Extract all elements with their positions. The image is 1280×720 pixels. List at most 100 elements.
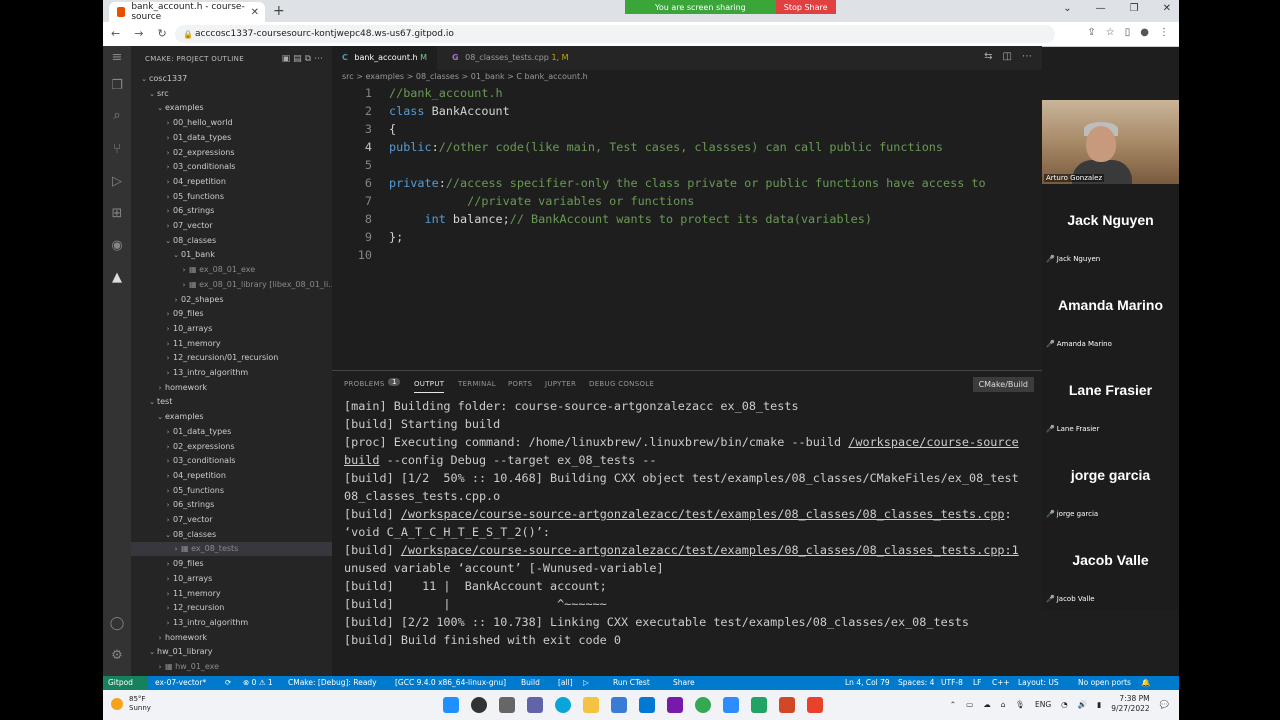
tree-item[interactable]: › 09_files bbox=[131, 557, 332, 571]
tree-item[interactable]: › 04_repetition bbox=[131, 469, 332, 483]
chrome-icon[interactable] bbox=[695, 697, 711, 713]
panel-tab-terminal[interactable]: TERMINAL bbox=[458, 380, 496, 388]
chevron-down-icon[interactable]: ⌄ bbox=[163, 234, 173, 248]
chevron-right-icon[interactable]: › bbox=[179, 278, 189, 292]
code-line[interactable]: //bank_account.h bbox=[389, 86, 503, 100]
stop-share-button[interactable]: Stop Share bbox=[775, 0, 836, 14]
build-button[interactable]: Build bbox=[521, 678, 540, 687]
tree-item[interactable]: › 02_shapes bbox=[131, 293, 332, 307]
file-link[interactable]: /workspace/course-source-artgonzalezacc/… bbox=[401, 543, 1019, 557]
tree-item[interactable]: ›▦ ex_08_tests⇩ bbox=[131, 542, 332, 557]
chevron-right-icon[interactable]: › bbox=[163, 601, 173, 615]
chevron-right-icon[interactable]: › bbox=[163, 469, 173, 483]
tree-item[interactable]: › 05_functions bbox=[131, 484, 332, 498]
build-target[interactable]: [all] bbox=[558, 678, 573, 687]
chevron-right-icon[interactable]: › bbox=[163, 204, 173, 218]
chevron-down-icon[interactable]: ⌄ bbox=[147, 395, 157, 409]
run-debug-icon[interactable]: ▷ bbox=[109, 174, 125, 190]
chevron-right-icon[interactable]: › bbox=[171, 293, 181, 307]
panel-tab-output[interactable]: OUTPUT bbox=[414, 380, 445, 393]
cmake-icon[interactable]: ▲ bbox=[109, 270, 125, 286]
branch-indicator[interactable]: ex-07-vector* bbox=[155, 678, 206, 687]
browser-tab[interactable]: bank_account.h - course-source ✕ bbox=[109, 2, 265, 22]
chevron-right-icon[interactable]: › bbox=[163, 513, 173, 527]
new-tab-plus-icon[interactable]: + bbox=[273, 3, 285, 19]
snagit-icon[interactable] bbox=[807, 697, 823, 713]
language-mode[interactable]: C++ bbox=[992, 678, 1010, 687]
ports-indicator[interactable]: No open ports bbox=[1078, 678, 1131, 687]
split-editor-icon[interactable]: ◫ bbox=[1003, 51, 1012, 62]
panel-tab-jupyter[interactable]: JUPYTER bbox=[545, 380, 576, 388]
code-line[interactable]: int balance;// BankAccount wants to prot… bbox=[389, 212, 872, 226]
maximize-icon[interactable]: ❐ bbox=[1130, 3, 1139, 14]
github-icon[interactable]: ◉ bbox=[109, 238, 125, 254]
tree-item[interactable]: › 05_functions bbox=[131, 190, 332, 204]
mail-icon[interactable] bbox=[639, 697, 655, 713]
chevron-right-icon[interactable]: › bbox=[163, 616, 173, 630]
panel-tab-ports[interactable]: PORTS bbox=[508, 380, 532, 388]
tree-item[interactable]: › 07_vector bbox=[131, 219, 332, 233]
chevron-down-icon[interactable]: ⌄ bbox=[171, 248, 181, 262]
notifications-bell-icon[interactable]: 🔔 bbox=[1141, 678, 1150, 687]
chevron-right-icon[interactable]: › bbox=[155, 381, 165, 395]
tree-item[interactable]: › 06_strings bbox=[131, 498, 332, 512]
share-button[interactable]: Share bbox=[673, 678, 695, 687]
output-channel-select[interactable]: CMake/Build bbox=[972, 377, 1034, 392]
extensions-icon[interactable]: ⊞ bbox=[109, 206, 125, 222]
indentation[interactable]: Spaces: 4 bbox=[898, 678, 934, 687]
tree-item[interactable]: ⌄ src bbox=[131, 87, 332, 101]
chevron-right-icon[interactable]: › bbox=[179, 263, 189, 277]
tree-item[interactable]: › 03_conditionals bbox=[131, 160, 332, 174]
hamburger-menu-icon[interactable]: ≡ bbox=[109, 50, 125, 66]
tree-item[interactable]: › 06_strings bbox=[131, 204, 332, 218]
debug-play-icon[interactable]: ▷ bbox=[583, 678, 589, 687]
chevron-right-icon[interactable]: › bbox=[163, 587, 173, 601]
code-line[interactable]: //private variables or functions bbox=[389, 194, 694, 208]
file-link[interactable]: /workspace/course-source-artgonzalezacc/… bbox=[401, 507, 1005, 521]
tree-item[interactable]: ⌄ 01_bank bbox=[131, 248, 332, 262]
tree-item[interactable]: › homework bbox=[131, 631, 332, 645]
chevron-down-icon[interactable]: ⌄ bbox=[163, 528, 173, 542]
chevron-right-icon[interactable]: › bbox=[163, 219, 173, 233]
tree-item[interactable]: › 10_arrays bbox=[131, 572, 332, 586]
chevron-right-icon[interactable]: › bbox=[163, 572, 173, 586]
chevron-right-icon[interactable]: › bbox=[155, 631, 165, 645]
chevron-down-icon[interactable]: ⌄ bbox=[1063, 3, 1071, 14]
chevron-up-icon[interactable]: ⌃ bbox=[950, 700, 956, 709]
tree-item[interactable]: ⌄ test bbox=[131, 395, 332, 409]
source-control-icon[interactable]: ⑂ bbox=[109, 142, 125, 158]
camtasia-icon[interactable] bbox=[751, 697, 767, 713]
tree-item[interactable]: › 11_memory bbox=[131, 587, 332, 601]
cmake-status[interactable]: CMake: [Debug]: Ready bbox=[288, 678, 377, 687]
avatar[interactable]: ● bbox=[1140, 27, 1149, 38]
code-line[interactable]: }; bbox=[389, 230, 403, 244]
panel-tab-debug-console[interactable]: DEBUG CONSOLE bbox=[589, 380, 654, 388]
tree-item[interactable]: › 01_data_types bbox=[131, 425, 332, 439]
sync-icon[interactable]: ⟳ bbox=[225, 678, 231, 687]
tree-item[interactable]: › 12_recursion/01_recursion bbox=[131, 351, 332, 365]
chevron-right-icon[interactable]: › bbox=[163, 307, 173, 321]
battery-icon[interactable]: ▮ bbox=[1097, 700, 1101, 709]
chevron-down-icon[interactable]: ⌄ bbox=[147, 645, 157, 659]
close-window-icon[interactable]: ✕ bbox=[1163, 3, 1171, 14]
code-line[interactable]: { bbox=[389, 122, 396, 136]
reload-icon[interactable]: ↻ bbox=[157, 27, 166, 40]
participant-tile[interactable]: Jack Nguyen 🎤 Jack Nguyen bbox=[1042, 185, 1179, 270]
tree-item[interactable]: ⌄ examples bbox=[131, 410, 332, 424]
minimize-icon[interactable]: — bbox=[1096, 3, 1106, 14]
tree-item[interactable]: › 09_files bbox=[131, 307, 332, 321]
explorer-files-icon[interactable]: ❐ bbox=[109, 78, 125, 94]
wifi-icon[interactable]: ◔ bbox=[1061, 700, 1068, 709]
tree-item[interactable]: › 07_vector bbox=[131, 513, 332, 527]
cloud-icon[interactable]: ☁ bbox=[983, 700, 991, 709]
chevron-right-icon[interactable]: › bbox=[155, 660, 165, 674]
tab-08-classes-tests-cpp[interactable]: G 08_classes_tests.cpp 1, M bbox=[442, 46, 579, 70]
chevron-down-icon[interactable]: ⌄ bbox=[155, 101, 165, 115]
chevron-down-icon[interactable]: ⌄ bbox=[147, 87, 157, 101]
remote-label[interactable]: Gitpod bbox=[108, 678, 133, 687]
windows-start-icon[interactable] bbox=[443, 697, 459, 713]
code-line[interactable]: public://other code(like main, Test case… bbox=[389, 140, 943, 154]
chevron-right-icon[interactable]: › bbox=[163, 425, 173, 439]
store-icon[interactable] bbox=[611, 697, 627, 713]
tree-item[interactable]: ⌄ examples bbox=[131, 101, 332, 115]
